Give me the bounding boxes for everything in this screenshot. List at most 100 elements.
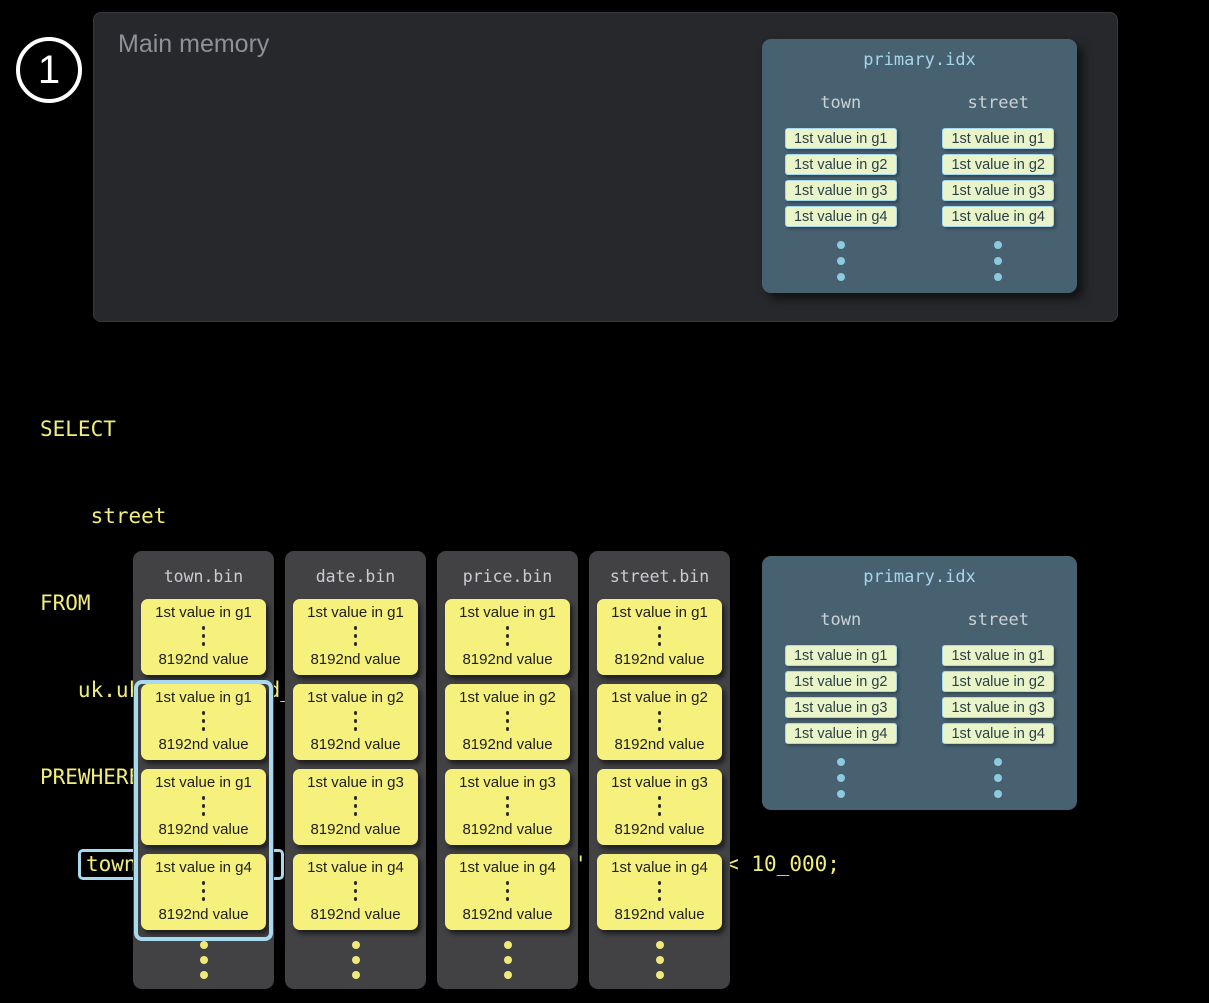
ellipsis-icon xyxy=(506,881,510,901)
index-mark-chip: 1st value in g1 xyxy=(942,128,1054,149)
step-number: 1 xyxy=(38,48,60,93)
granule-first-value: 1st value in g2 xyxy=(459,689,556,706)
granule-last-value: 8192nd value xyxy=(462,906,552,923)
ellipsis-icon xyxy=(658,881,662,901)
ellipsis-icon xyxy=(202,626,206,646)
granule-first-value: 1st value in g1 xyxy=(155,774,252,791)
granule-first-value: 1st value in g4 xyxy=(155,859,252,876)
ellipsis-icon xyxy=(354,881,358,901)
granule-first-value: 1st value in g1 xyxy=(307,604,404,621)
sql-indent xyxy=(40,852,78,876)
index-mark-chip: 1st value in g4 xyxy=(785,206,897,227)
granule-last-value: 8192nd value xyxy=(462,821,552,838)
granule-first-value: 1st value in g1 xyxy=(459,604,556,621)
sql-line: SELECT xyxy=(40,415,840,444)
index-mark-chip: 1st value in g1 xyxy=(785,645,897,666)
granule-block: 1st value in g3 8192nd value xyxy=(293,769,418,845)
primary-idx-column-town: town 1st value in g1 1st value in g2 1st… xyxy=(762,610,920,798)
granule-last-value: 8192nd value xyxy=(310,651,400,668)
granule-blocks: 1st value in g1 8192nd value 1st value i… xyxy=(437,599,578,930)
index-mark-chip: 1st value in g3 xyxy=(785,180,897,201)
primary-idx-panel-memory: primary.idx town 1st value in g1 1st val… xyxy=(762,39,1077,293)
ellipsis-icon xyxy=(202,796,206,816)
ellipsis-icon xyxy=(202,881,206,901)
column-header: town xyxy=(820,93,861,113)
ellipsis-icon xyxy=(133,941,274,979)
ellipsis-icon xyxy=(837,241,845,281)
index-mark-chip: 1st value in g2 xyxy=(785,154,897,175)
granule-blocks: 1st value in g1 8192nd value 1st value i… xyxy=(589,599,730,930)
diagram-canvas: 1 Main memory primary.idx town 1st value… xyxy=(0,0,1209,1003)
granule-last-value: 8192nd value xyxy=(158,651,248,668)
ellipsis-icon xyxy=(354,626,358,646)
primary-idx-panel-disk: primary.idx town 1st value in g1 1st val… xyxy=(762,556,1077,810)
ellipsis-icon xyxy=(202,711,206,731)
index-mark-chip: 1st value in g4 xyxy=(785,723,897,744)
granule-first-value: 1st value in g1 xyxy=(611,604,708,621)
bin-file-date: date.bin 1st value in g1 8192nd value 1s… xyxy=(285,551,426,989)
index-mark-chip: 1st value in g3 xyxy=(942,697,1054,718)
primary-idx-columns: town 1st value in g1 1st value in g2 1st… xyxy=(762,93,1077,281)
index-mark-chip: 1st value in g3 xyxy=(942,180,1054,201)
ellipsis-icon xyxy=(354,796,358,816)
ellipsis-icon xyxy=(994,241,1002,281)
ellipsis-icon xyxy=(506,796,510,816)
granule-block: 1st value in g2 8192nd value xyxy=(597,684,722,760)
column-header: street xyxy=(968,93,1029,113)
index-mark-chip: 1st value in g2 xyxy=(942,154,1054,175)
bin-file-town: town.bin 1st value in g1 8192nd value 1s… xyxy=(133,551,274,989)
granule-first-value: 1st value in g4 xyxy=(307,859,404,876)
ellipsis-icon xyxy=(354,711,358,731)
primary-idx-column-town: town 1st value in g1 1st value in g2 1st… xyxy=(762,93,920,281)
ellipsis-icon xyxy=(506,711,510,731)
granule-first-value: 1st value in g1 xyxy=(155,604,252,621)
granule-last-value: 8192nd value xyxy=(158,821,248,838)
granule-last-value: 8192nd value xyxy=(310,906,400,923)
granule-block: 1st value in g1 8192nd value xyxy=(141,769,266,845)
granule-block: 1st value in g3 8192nd value xyxy=(597,769,722,845)
index-mark-chip: 1st value in g4 xyxy=(942,206,1054,227)
main-memory-title: Main memory xyxy=(118,30,269,59)
granule-last-value: 8192nd value xyxy=(614,651,704,668)
granule-last-value: 8192nd value xyxy=(462,736,552,753)
granule-blocks: 1st value in g1 8192nd value 1st value i… xyxy=(285,599,426,930)
granule-last-value: 8192nd value xyxy=(158,906,248,923)
ellipsis-icon xyxy=(658,796,662,816)
primary-idx-column-street: street 1st value in g1 1st value in g2 1… xyxy=(920,93,1078,281)
index-mark-chip: 1st value in g1 xyxy=(785,128,897,149)
granule-first-value: 1st value in g2 xyxy=(611,689,708,706)
granule-first-value: 1st value in g4 xyxy=(459,859,556,876)
granule-first-value: 1st value in g3 xyxy=(307,774,404,791)
bin-file-street: street.bin 1st value in g1 8192nd value … xyxy=(589,551,730,989)
ellipsis-icon xyxy=(994,758,1002,798)
granule-first-value: 1st value in g1 xyxy=(155,689,252,706)
index-mark-chip: 1st value in g2 xyxy=(942,671,1054,692)
ellipsis-icon xyxy=(837,758,845,798)
granule-last-value: 8192nd value xyxy=(310,821,400,838)
granule-last-value: 8192nd value xyxy=(614,821,704,838)
primary-idx-column-street: street 1st value in g1 1st value in g2 1… xyxy=(920,610,1078,798)
ellipsis-icon xyxy=(658,711,662,731)
granule-block: 1st value in g2 8192nd value xyxy=(445,684,570,760)
ellipsis-icon xyxy=(658,626,662,646)
granule-first-value: 1st value in g3 xyxy=(459,774,556,791)
granule-block: 1st value in g4 8192nd value xyxy=(141,854,266,930)
granule-blocks: 1st value in g1 8192nd value 1st value i… xyxy=(133,599,274,930)
ellipsis-icon xyxy=(506,626,510,646)
step-number-badge: 1 xyxy=(16,37,82,103)
granule-block: 1st value in g2 8192nd value xyxy=(293,684,418,760)
bin-file-price: price.bin 1st value in g1 8192nd value 1… xyxy=(437,551,578,989)
index-mark-chip: 1st value in g4 xyxy=(942,723,1054,744)
index-mark-chip: 1st value in g2 xyxy=(785,671,897,692)
granule-block: 1st value in g1 8192nd value xyxy=(293,599,418,675)
primary-idx-title: primary.idx xyxy=(762,556,1077,587)
sql-line: street xyxy=(40,502,840,531)
ellipsis-icon xyxy=(437,941,578,979)
granule-block: 1st value in g1 8192nd value xyxy=(597,599,722,675)
granule-first-value: 1st value in g2 xyxy=(307,689,404,706)
column-header: town xyxy=(820,610,861,630)
index-mark-chip: 1st value in g1 xyxy=(942,645,1054,666)
granule-block: 1st value in g4 8192nd value xyxy=(445,854,570,930)
bin-file-title: town.bin xyxy=(133,567,274,586)
bin-file-title: price.bin xyxy=(437,567,578,586)
